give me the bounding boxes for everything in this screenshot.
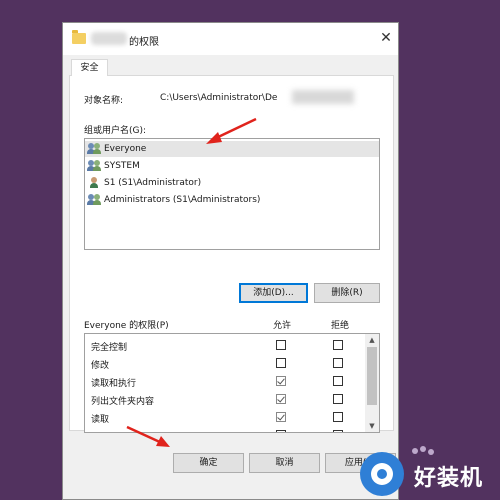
allow-header: 允许 (273, 321, 292, 331)
remove-button[interactable]: 删除(R) (314, 283, 380, 303)
users-group-icon (87, 160, 101, 172)
permissions-table: 写入 读取 列出文件夹内容读取和执行 修改 完全控制 ▲ ▼ (84, 333, 380, 433)
deny-checkbox[interactable] (333, 358, 343, 368)
allow-checkbox[interactable] (276, 376, 286, 386)
ok-button[interactable]: 确定 (173, 453, 244, 473)
paw-icon (428, 449, 434, 455)
title-redacted-blur (91, 32, 127, 45)
scroll-up-icon[interactable]: ▲ (365, 334, 379, 346)
path-redacted-blur (292, 90, 354, 104)
user-icon (88, 177, 101, 189)
user-name: Administrators (S1\Administrators) (104, 195, 261, 205)
permission-row: 列出文件夹内容 (85, 390, 365, 408)
object-name-label: 对象名称: (84, 96, 124, 106)
logo-eye-icon (360, 452, 404, 496)
paw-icon (420, 446, 426, 452)
user-name: S1 (S1\Administrator) (104, 178, 202, 188)
user-name: Everyone (104, 144, 147, 154)
groups-label: 组或用户名(G): (84, 126, 147, 136)
scroll-thumb[interactable] (367, 347, 377, 405)
allow-checkbox[interactable] (276, 394, 286, 404)
deny-checkbox[interactable] (333, 376, 343, 386)
users-group-icon (87, 194, 101, 206)
user-list-item[interactable]: S1 (S1\Administrator) (85, 175, 379, 191)
user-list-item[interactable]: SYSTEM (85, 158, 379, 174)
tab-security[interactable]: 安全 (71, 59, 108, 77)
allow-checkbox[interactable] (276, 430, 286, 432)
permission-name: 列出文件夹内容 (91, 397, 155, 407)
watermark-text: 好装机 (414, 466, 484, 491)
tab-strip: 安全 (69, 57, 394, 77)
deny-checkbox[interactable] (333, 394, 343, 404)
folder-icon (72, 30, 86, 44)
permission-name: 读取和执行 (91, 379, 137, 389)
deny-checkbox[interactable] (333, 430, 343, 432)
dialog-title: 的权限 (129, 37, 159, 48)
deny-checkbox[interactable] (333, 412, 343, 422)
title-bar: 的权限 ✕ (63, 23, 398, 55)
annotation-arrow-ok (126, 425, 170, 447)
permissions-title: Everyone 的权限(P) (84, 321, 169, 331)
user-list-item[interactable]: Administrators (S1\Administrators) (85, 192, 379, 208)
close-icon[interactable]: ✕ (378, 29, 394, 47)
allow-checkbox[interactable] (276, 412, 286, 422)
permission-row: 修改 (85, 354, 365, 372)
scroll-down-icon[interactable]: ▼ (365, 420, 379, 432)
permission-row: 完全控制 (85, 336, 365, 354)
users-group-icon (87, 143, 101, 155)
permission-row: 读取和执行 (85, 372, 365, 390)
deny-header: 拒绝 (331, 321, 350, 331)
cancel-button[interactable]: 取消 (249, 453, 320, 473)
watermark-logo: 好装机 (356, 446, 500, 500)
allow-checkbox[interactable] (276, 340, 286, 350)
object-path: C:\Users\Administrator\De (160, 93, 278, 103)
allow-checkbox[interactable] (276, 358, 286, 368)
permissions-scrollbar[interactable]: ▲ ▼ (365, 334, 379, 432)
user-list[interactable]: Everyone SYSTEM S1 (S1\Administrator) Admin… (84, 138, 380, 250)
add-button[interactable]: 添加(D)... (239, 283, 308, 303)
user-name: SYSTEM (104, 161, 140, 171)
permissions-dialog: 的权限 ✕ 安全 对象名称: C:\Users\Administrator\De… (62, 22, 399, 500)
annotation-arrow-users (206, 117, 257, 144)
permission-name: 修改 (91, 361, 110, 371)
deny-checkbox[interactable] (333, 340, 343, 350)
permission-name: 写入 (91, 430, 109, 432)
permission-name: 完全控制 (91, 343, 128, 353)
paw-icon (412, 448, 418, 454)
permission-name: 读取 (91, 415, 110, 425)
